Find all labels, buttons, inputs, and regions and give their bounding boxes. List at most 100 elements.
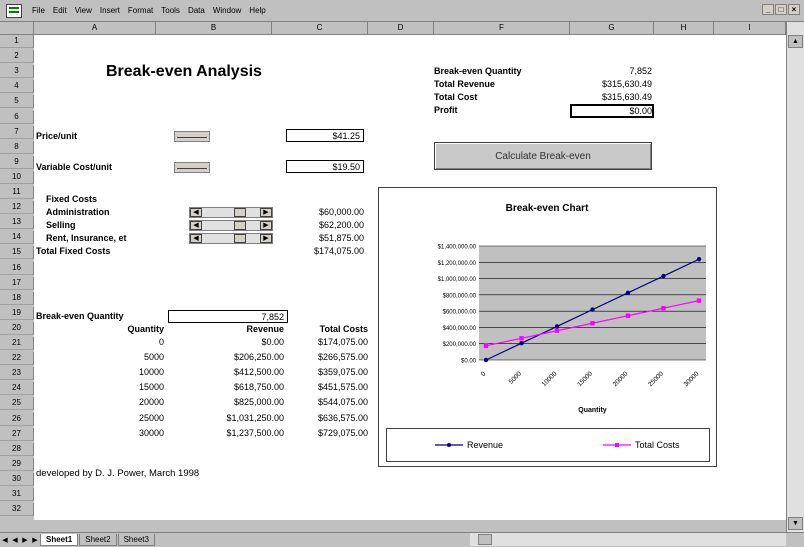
scroll-thumb[interactable] bbox=[234, 234, 246, 243]
column-header-c[interactable]: C bbox=[272, 22, 368, 35]
row-header[interactable]: 29 bbox=[0, 457, 34, 471]
menu-view[interactable]: View bbox=[71, 6, 96, 15]
column-header-f[interactable]: F bbox=[434, 22, 570, 35]
column-header-i[interactable]: I bbox=[714, 22, 786, 35]
first-sheet-icon[interactable]: ◀ bbox=[0, 536, 10, 544]
row-header[interactable]: 12 bbox=[0, 201, 34, 215]
fixed-item-label: Rent, Insurance, et bbox=[46, 233, 127, 243]
row-header[interactable]: 32 bbox=[0, 503, 34, 517]
table-cell: $451,575.00 bbox=[317, 382, 368, 393]
row-header[interactable]: 8 bbox=[0, 140, 34, 154]
table-cell: 10000 bbox=[138, 367, 164, 378]
menu-data[interactable]: Data bbox=[184, 6, 209, 15]
plot-area bbox=[479, 246, 706, 360]
varcost-value-cell[interactable]: $19.50 bbox=[286, 160, 364, 173]
row-header[interactable]: 3 bbox=[0, 65, 34, 79]
beq-value-cell[interactable]: 7,852 bbox=[168, 310, 288, 323]
scroll-thumb[interactable] bbox=[234, 208, 246, 217]
menu-help[interactable]: Help bbox=[245, 6, 269, 15]
menu-edit[interactable]: Edit bbox=[49, 6, 71, 15]
select-all-corner[interactable] bbox=[0, 22, 34, 35]
worksheet-grid[interactable]: Break-even Analysis Price/unit $41.25 Va… bbox=[34, 35, 786, 520]
fixed-item-label: Selling bbox=[46, 220, 76, 230]
row-header[interactable]: 1 bbox=[0, 35, 34, 48]
menu-insert[interactable]: Insert bbox=[96, 6, 124, 15]
row-header[interactable]: 13 bbox=[0, 216, 34, 230]
chart-title: Break-even Chart bbox=[506, 203, 589, 214]
row-header[interactable]: 14 bbox=[0, 231, 34, 245]
column-header-h[interactable]: H bbox=[654, 22, 714, 35]
varcost-label: Variable Cost/unit bbox=[36, 162, 113, 172]
scroll-left-arrow-icon[interactable]: ◀ bbox=[190, 234, 202, 243]
column-header-a[interactable]: A bbox=[34, 22, 156, 35]
tab-sheet2[interactable]: Sheet2 bbox=[79, 534, 117, 546]
row-header[interactable]: 28 bbox=[0, 442, 34, 456]
table-cell: $1,237,500.00 bbox=[226, 427, 284, 438]
vertical-scrollbar[interactable]: ▲ ▼ bbox=[786, 22, 804, 532]
row-header[interactable]: 30 bbox=[0, 472, 34, 486]
scroll-right-arrow-icon[interactable]: ▶ bbox=[260, 221, 272, 230]
table-header-quantity: Quantity bbox=[127, 324, 164, 334]
price-spinner[interactable] bbox=[174, 131, 210, 142]
row-header[interactable]: 19 bbox=[0, 306, 34, 320]
selling-scrollbar[interactable]: ◀ ▶ bbox=[189, 220, 273, 231]
row-header[interactable]: 21 bbox=[0, 337, 34, 350]
minimize-button[interactable]: _ bbox=[762, 4, 774, 15]
row-header[interactable]: 10 bbox=[0, 170, 34, 184]
price-value-cell[interactable]: $41.25 bbox=[286, 129, 364, 142]
menu-tools[interactable]: Tools bbox=[157, 6, 184, 15]
horizontal-scrollbar[interactable] bbox=[470, 533, 786, 546]
y-tick-label: $0.00 bbox=[461, 359, 477, 365]
row-header[interactable]: 9 bbox=[0, 155, 34, 169]
row-header[interactable]: 4 bbox=[0, 80, 34, 94]
row-header[interactable]: 22 bbox=[0, 352, 34, 366]
scroll-left-arrow-icon[interactable]: ◀ bbox=[190, 221, 202, 230]
rent-scrollbar[interactable]: ◀ ▶ bbox=[189, 233, 273, 244]
menu-window[interactable]: Window bbox=[209, 6, 245, 15]
administration-scrollbar[interactable]: ◀ ▶ bbox=[189, 207, 273, 218]
next-sheet-icon[interactable]: ▶ bbox=[20, 536, 30, 544]
row-header[interactable]: 31 bbox=[0, 488, 34, 501]
tab-sheet1[interactable]: Sheet1 bbox=[40, 534, 79, 546]
row-header[interactable]: 6 bbox=[0, 110, 34, 124]
row-header[interactable]: 15 bbox=[0, 246, 34, 260]
break-even-chart[interactable]: Break-even Chart $0.00 $200,000.00 $400,000… bbox=[378, 187, 717, 467]
tab-sheet3[interactable]: Sheet3 bbox=[117, 534, 155, 546]
close-button[interactable]: × bbox=[788, 4, 800, 15]
row-header[interactable]: 5 bbox=[0, 95, 34, 109]
row-header[interactable]: 18 bbox=[0, 291, 34, 305]
row-header[interactable]: 26 bbox=[0, 412, 34, 426]
profit-value-cell[interactable]: $0.00 bbox=[570, 104, 654, 118]
calculate-break-even-button[interactable]: Calculate Break-even bbox=[434, 142, 652, 170]
row-header[interactable]: 16 bbox=[0, 261, 34, 275]
restore-button[interactable]: □ bbox=[775, 4, 787, 15]
scroll-left-arrow-icon[interactable]: ◀ bbox=[190, 208, 202, 217]
scroll-thumb[interactable] bbox=[234, 221, 246, 230]
scroll-right-arrow-icon[interactable]: ▶ bbox=[260, 234, 272, 243]
varcost-spinner[interactable] bbox=[174, 162, 210, 173]
horizontal-scroll-thumb[interactable] bbox=[478, 534, 492, 545]
fixed-costs-header: Fixed Costs bbox=[46, 194, 98, 204]
column-header-b[interactable]: B bbox=[156, 22, 272, 35]
row-header[interactable]: 2 bbox=[0, 50, 34, 64]
menu-format[interactable]: Format bbox=[124, 6, 157, 15]
scroll-up-arrow-icon[interactable]: ▲ bbox=[788, 35, 803, 48]
prev-sheet-icon[interactable]: ◀ bbox=[10, 536, 20, 544]
row-header[interactable]: 7 bbox=[0, 125, 34, 139]
row-header[interactable]: 25 bbox=[0, 397, 34, 411]
table-cell: $1,031,250.00 bbox=[226, 412, 284, 423]
row-header[interactable]: 11 bbox=[0, 186, 34, 199]
row-header[interactable]: 20 bbox=[0, 321, 34, 335]
scroll-down-arrow-icon[interactable]: ▼ bbox=[788, 517, 803, 530]
scroll-right-arrow-icon[interactable]: ▶ bbox=[260, 208, 272, 217]
row-header[interactable]: 23 bbox=[0, 367, 34, 381]
column-header-d[interactable]: D bbox=[368, 22, 434, 35]
row-header[interactable]: 24 bbox=[0, 382, 34, 396]
last-sheet-icon[interactable]: ▶ bbox=[30, 536, 40, 544]
excel-app-icon[interactable] bbox=[6, 3, 22, 18]
row-header[interactable]: 27 bbox=[0, 427, 34, 441]
column-header-g[interactable]: G bbox=[570, 22, 654, 35]
row-header[interactable]: 17 bbox=[0, 276, 34, 290]
menu-file[interactable]: File bbox=[28, 6, 49, 15]
revenue-point bbox=[483, 357, 489, 363]
